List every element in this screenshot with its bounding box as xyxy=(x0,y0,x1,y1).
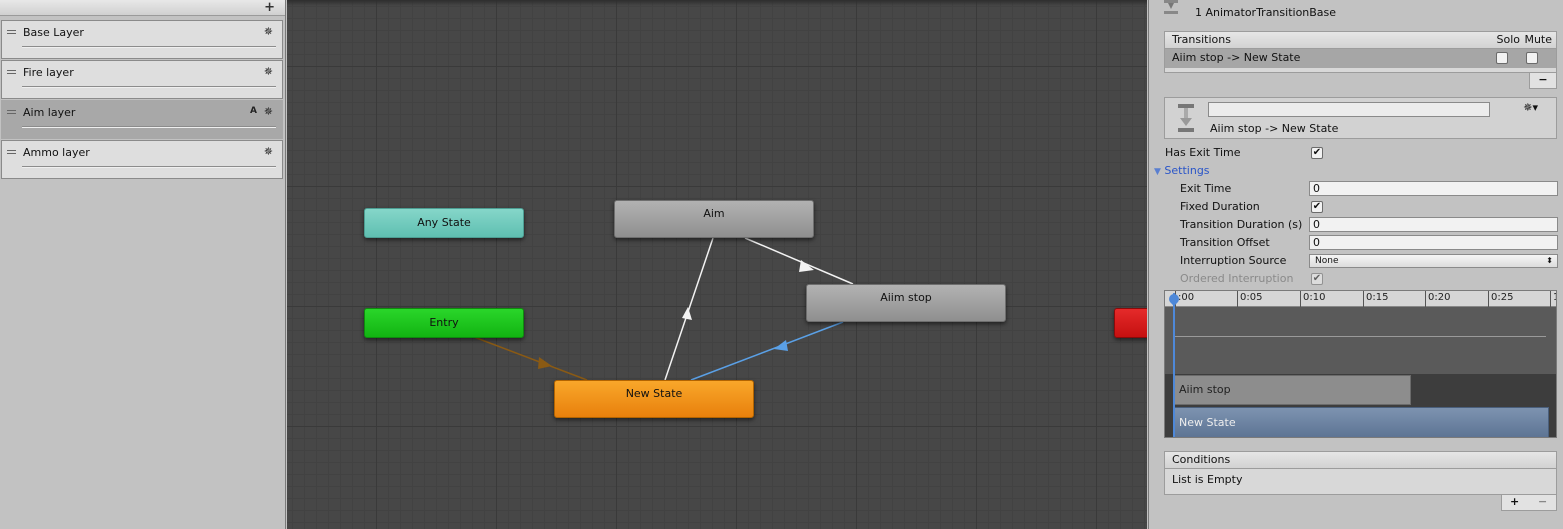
layer-item-base[interactable]: Base Layer ✵ xyxy=(1,20,283,59)
state-entry[interactable]: Entry xyxy=(364,308,524,338)
transitions-list: Transitions Solo Mute Aiim stop -> New S… xyxy=(1164,31,1557,73)
dropdown-value: None xyxy=(1315,256,1339,266)
layer-item-ammo[interactable]: Ammo layer ✵ xyxy=(1,140,283,179)
transition-row-label: Aiim stop -> New State xyxy=(1172,51,1301,64)
tick-label: 0:20 xyxy=(1425,291,1450,307)
layers-toolbar: + xyxy=(0,0,285,16)
transition-subtitle: Aiim stop -> New State xyxy=(1210,122,1339,135)
transition-edges xyxy=(473,237,854,381)
transition-name-box: ✵▾ Aiim stop -> New State xyxy=(1164,97,1557,139)
layer-name: Base Layer xyxy=(23,26,84,39)
exit-time-field[interactable]: 0 xyxy=(1309,181,1558,196)
remove-transition-button[interactable]: − xyxy=(1529,73,1557,89)
drag-handle-icon[interactable] xyxy=(7,30,16,34)
conditions-list: Conditions List is Empty xyxy=(1164,451,1557,495)
state-any-state[interactable]: Any State xyxy=(364,208,524,238)
transition-newstate-aim[interactable] xyxy=(664,237,714,381)
layers-panel: + Base Layer ✵ Fire layer ✵ Aim layer A … xyxy=(0,0,286,529)
mute-checkbox[interactable] xyxy=(1526,52,1538,64)
tick-label: 0:15 xyxy=(1363,291,1388,307)
layer-weight-slider[interactable] xyxy=(22,46,276,48)
drag-handle-icon[interactable] xyxy=(7,110,16,114)
curve-line xyxy=(1174,336,1546,337)
add-condition-button[interactable]: + xyxy=(1510,495,1519,509)
drag-handle-icon[interactable] xyxy=(7,150,16,154)
transitions-title: Transitions xyxy=(1172,33,1231,46)
inspector-header: 1 AnimatorTransitionBase xyxy=(1149,0,1563,26)
source-state-bar[interactable]: Aiim stop xyxy=(1174,375,1411,405)
gear-icon[interactable]: ✵ xyxy=(264,25,273,38)
state-new-state[interactable]: New State xyxy=(554,380,754,418)
state-aim[interactable]: Aim xyxy=(614,200,814,238)
tick-label: 0:10 xyxy=(1300,291,1325,307)
state-exit[interactable] xyxy=(1114,308,1147,338)
settings-foldout[interactable]: ▼ Settings xyxy=(1154,163,1210,179)
remove-condition-button[interactable]: − xyxy=(1538,495,1547,509)
gear-icon[interactable]: ✵ xyxy=(264,145,273,158)
layer-name: Ammo layer xyxy=(23,146,90,159)
fixed-duration-checkbox[interactable]: ✔ xyxy=(1311,201,1323,213)
additive-badge: A xyxy=(250,106,257,116)
tick-label: 0:05 xyxy=(1237,291,1262,307)
interruption-source-dropdown[interactable]: None ⬍ xyxy=(1309,254,1558,268)
arrow-icon xyxy=(682,307,692,320)
transition-name-input[interactable] xyxy=(1208,102,1490,117)
conditions-title: Conditions xyxy=(1172,453,1231,466)
layer-weight-slider[interactable] xyxy=(22,166,276,168)
gear-icon[interactable]: ✵ xyxy=(264,65,273,78)
chevron-down-icon: ▼ xyxy=(1154,167,1161,177)
gear-icon[interactable]: ✵▾ xyxy=(1523,101,1538,114)
conditions-header: Conditions xyxy=(1165,452,1556,469)
ordered-interruption-checkbox: ✔ xyxy=(1311,273,1323,285)
solo-column-label: Solo xyxy=(1496,33,1521,46)
transition-duration-label: Transition Duration (s) xyxy=(1180,218,1303,231)
solo-checkbox[interactable] xyxy=(1496,52,1508,64)
exit-time-label: Exit Time xyxy=(1180,182,1232,195)
layer-name: Aim layer xyxy=(23,106,76,119)
inspector-panel: 1 AnimatorTransitionBase Transitions Sol… xyxy=(1148,0,1563,529)
layer-item-aim[interactable]: Aim layer A ✵ xyxy=(1,100,283,139)
transition-duration-field[interactable]: 0 xyxy=(1309,217,1558,232)
transition-entry-newstate[interactable] xyxy=(473,336,588,381)
has-exit-time-label: Has Exit Time xyxy=(1165,146,1241,159)
curve-track xyxy=(1165,307,1556,374)
conditions-empty-text: List is Empty xyxy=(1172,473,1243,486)
fixed-duration-label: Fixed Duration xyxy=(1180,200,1260,213)
layer-item-fire[interactable]: Fire layer ✵ xyxy=(1,60,283,99)
transition-offset-label: Transition Offset xyxy=(1180,236,1270,249)
layer-weight-slider[interactable] xyxy=(22,126,276,128)
dropdown-arrow-icon: ⬍ xyxy=(1546,256,1553,265)
transition-icon xyxy=(1178,104,1194,132)
drag-handle-icon[interactable] xyxy=(7,70,16,74)
settings-label: Settings xyxy=(1164,164,1210,177)
gear-icon[interactable]: ✵ xyxy=(264,105,273,118)
transition-aim-aiimstop[interactable] xyxy=(744,237,854,285)
conditions-footer: + − xyxy=(1501,495,1557,511)
has-exit-time-checkbox[interactable]: ✔ xyxy=(1311,147,1323,159)
transition-timeline[interactable]: :00 0:05 0:10 0:15 0:20 0:25 1 Aiim stop… xyxy=(1164,290,1557,438)
state-machine-graph[interactable]: Any State Entry Aim Aiim stop New State xyxy=(287,0,1147,529)
inspector-title: 1 AnimatorTransitionBase xyxy=(1195,6,1337,19)
state-aiim-stop[interactable]: Aiim stop xyxy=(806,284,1006,322)
ordered-interruption-label: Ordered Interruption xyxy=(1180,272,1294,285)
interruption-source-label: Interruption Source xyxy=(1180,254,1287,267)
destination-state-bar[interactable]: New State xyxy=(1174,407,1549,437)
tick-label: 0:25 xyxy=(1488,291,1513,307)
transition-aiimstop-newstate[interactable] xyxy=(690,321,844,381)
layer-name: Fire layer xyxy=(23,66,74,79)
transition-offset-field[interactable]: 0 xyxy=(1309,235,1558,250)
mute-column-label: Mute xyxy=(1524,33,1552,46)
arrow-icon xyxy=(774,340,788,351)
tick-label: 1 xyxy=(1550,291,1556,307)
transition-icon xyxy=(1164,0,1178,14)
add-layer-button[interactable]: + xyxy=(264,0,275,16)
layer-weight-slider[interactable] xyxy=(22,86,276,88)
timeline-ruler[interactable]: :00 0:05 0:10 0:15 0:20 0:25 1 xyxy=(1165,291,1556,307)
arrow-icon xyxy=(538,357,552,369)
transition-row[interactable]: Aiim stop -> New State xyxy=(1165,49,1556,68)
transitions-header: Transitions Solo Mute xyxy=(1165,32,1556,49)
playhead-line[interactable] xyxy=(1173,293,1175,437)
